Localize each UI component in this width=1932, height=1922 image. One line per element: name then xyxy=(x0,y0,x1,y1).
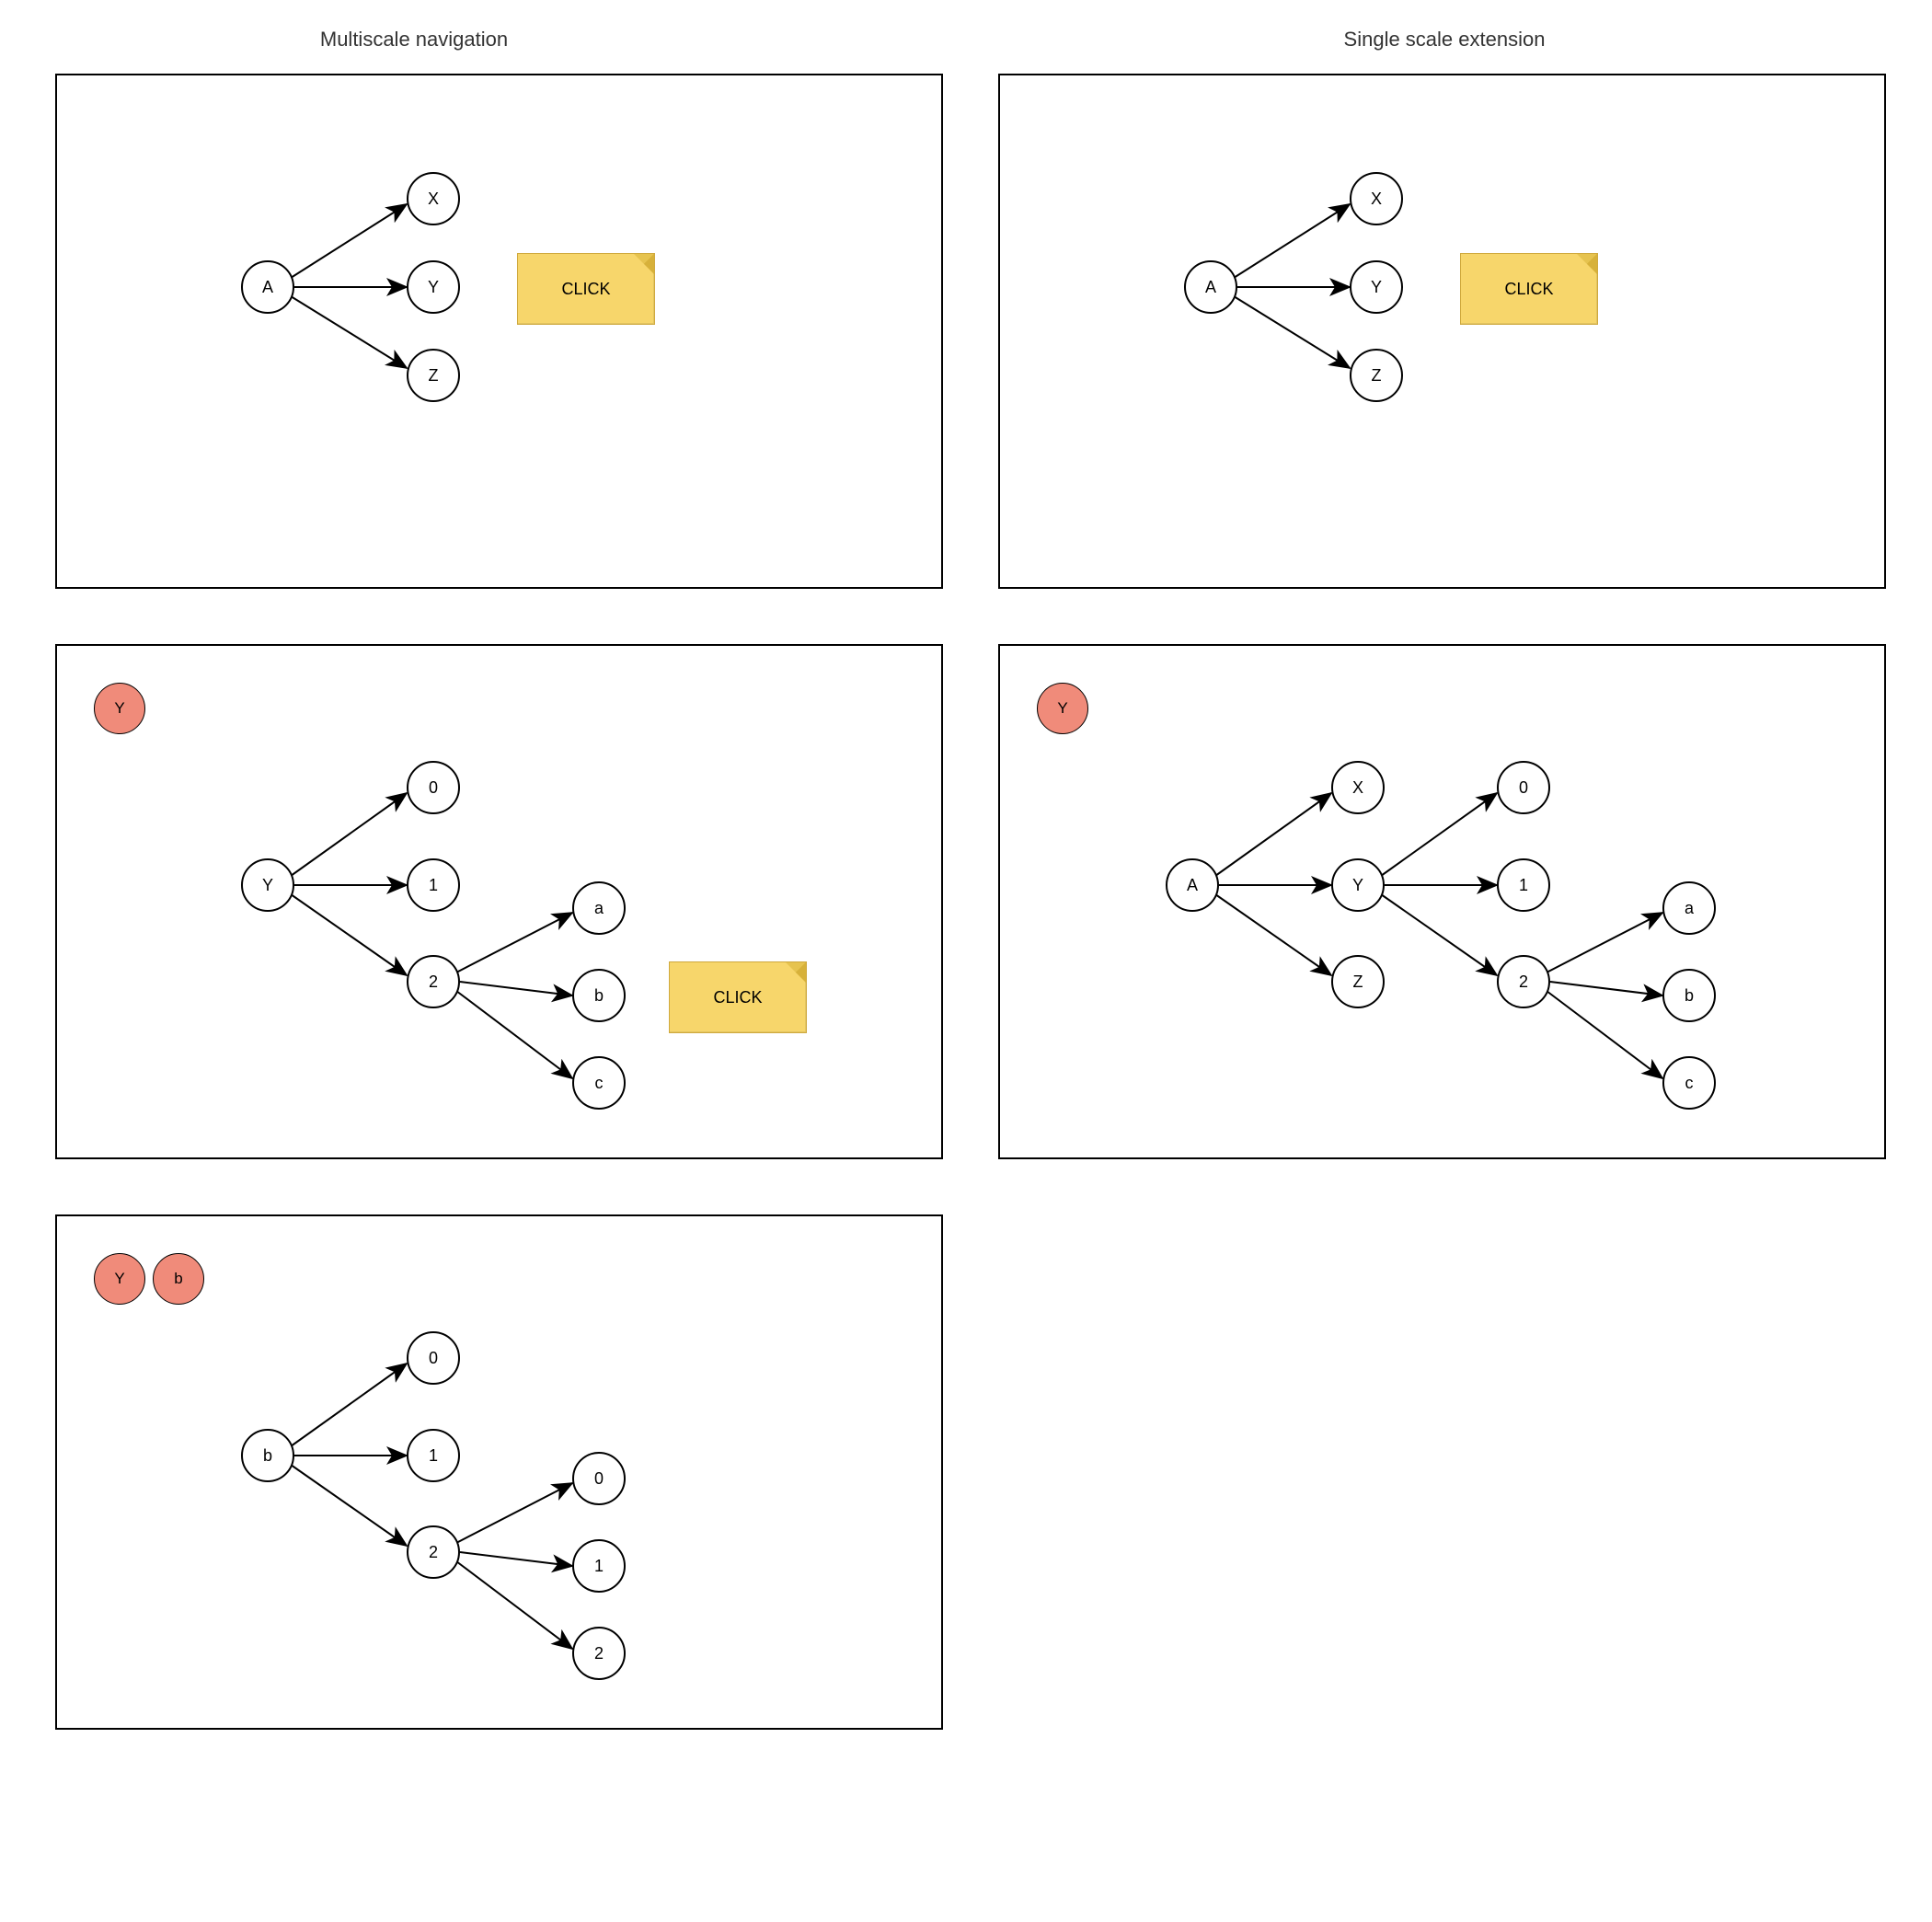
arrows-p2 xyxy=(1000,75,1888,591)
panel-multiscale-2: Y Y 0 1 2 a b c CLICK xyxy=(55,644,943,1159)
panel-singlescale-1: A X Y Z CLICK xyxy=(998,74,1886,589)
badge-p3: Y xyxy=(94,683,145,734)
node-p3-child-1: 1 xyxy=(407,858,460,912)
sticky-click-p2[interactable]: CLICK xyxy=(1460,253,1598,325)
node-p3-gchild-0: a xyxy=(572,881,626,935)
node-p4-gchild-1: 1 xyxy=(1497,858,1550,912)
node-root-p3: Y xyxy=(241,858,294,912)
node-p2-child-0: X xyxy=(1350,172,1403,225)
sticky-click-p1[interactable]: CLICK xyxy=(517,253,655,325)
node-p3-gchild-1: b xyxy=(572,969,626,1022)
column-title-right: Single scale extension xyxy=(1306,28,1582,52)
node-p5-child-2: 2 xyxy=(407,1525,460,1579)
node-p5-child-1: 1 xyxy=(407,1429,460,1482)
node-p2-child-1: Y xyxy=(1350,260,1403,314)
arrows-p3 xyxy=(57,646,945,1161)
node-root-p4: A xyxy=(1166,858,1219,912)
node-p4-ggchild-0: a xyxy=(1662,881,1716,935)
node-p4-gchild-0: 0 xyxy=(1497,761,1550,814)
node-p3-child-0: 0 xyxy=(407,761,460,814)
badge-p4: Y xyxy=(1037,683,1088,734)
node-p4-child-0: X xyxy=(1331,761,1385,814)
node-p4-gchild-2: 2 xyxy=(1497,955,1550,1008)
node-p1-child-2: Z xyxy=(407,349,460,402)
node-p2-child-2: Z xyxy=(1350,349,1403,402)
node-p4-child-1: Y xyxy=(1331,858,1385,912)
node-p5-gchild-1: 1 xyxy=(572,1539,626,1593)
node-p3-gchild-2: c xyxy=(572,1056,626,1110)
node-p4-ggchild-2: c xyxy=(1662,1056,1716,1110)
panel-singlescale-2: Y A X Y Z 0 1 2 a b c xyxy=(998,644,1886,1159)
node-p1-child-0: X xyxy=(407,172,460,225)
node-root-p1: A xyxy=(241,260,294,314)
node-p5-child-0: 0 xyxy=(407,1331,460,1385)
panel-multiscale-1: A X Y Z CLICK xyxy=(55,74,943,589)
diagram-canvas: Multiscale navigation Single scale exten… xyxy=(0,0,1932,1922)
badge-p5-0: Y xyxy=(94,1253,145,1305)
node-p4-ggchild-1: b xyxy=(1662,969,1716,1022)
node-p5-gchild-2: 2 xyxy=(572,1627,626,1680)
node-root-p2: A xyxy=(1184,260,1237,314)
node-p1-child-1: Y xyxy=(407,260,460,314)
node-p3-child-2: 2 xyxy=(407,955,460,1008)
badge-p5-1: b xyxy=(153,1253,204,1305)
node-p5-gchild-0: 0 xyxy=(572,1452,626,1505)
arrows-p1 xyxy=(57,75,945,591)
column-title-left: Multiscale navigation xyxy=(276,28,552,52)
arrows-p4 xyxy=(1000,646,1888,1161)
node-root-p5: b xyxy=(241,1429,294,1482)
sticky-click-p3[interactable]: CLICK xyxy=(669,961,807,1033)
panel-multiscale-3: Y b b 0 1 2 0 1 2 xyxy=(55,1214,943,1730)
node-p4-child-2: Z xyxy=(1331,955,1385,1008)
